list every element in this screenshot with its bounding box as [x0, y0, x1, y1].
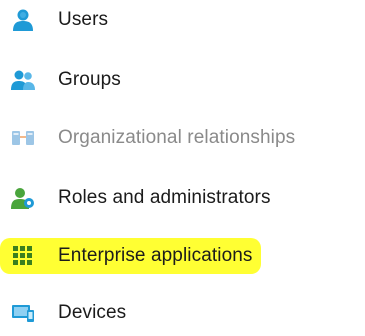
sidebar-item-users[interactable]: Users [8, 2, 108, 38]
roles-icon [8, 185, 38, 211]
sidebar-item-roles-and-administrators[interactable]: Roles and administrators [8, 180, 271, 216]
user-icon [8, 7, 38, 33]
sidebar-item-enterprise-applications[interactable]: Enterprise applications [0, 238, 261, 274]
organizational-relationships-icon [8, 125, 38, 151]
sidebar-item-label: Groups [58, 69, 121, 90]
groups-icon [8, 67, 38, 93]
sidebar-item-groups[interactable]: Groups [8, 62, 121, 98]
devices-icon [8, 300, 38, 326]
sidebar-item-organizational-relationships[interactable]: Organizational relationships [8, 120, 295, 156]
sidebar-item-label: Enterprise applications [58, 245, 253, 266]
sidebar-nav-list: Users Groups Organizational relationship… [0, 0, 365, 336]
sidebar-item-label: Organizational relationships [58, 127, 296, 148]
sidebar-item-label: Users [58, 9, 109, 30]
sidebar-item-devices[interactable]: Devices [8, 295, 126, 331]
enterprise-apps-icon [8, 243, 38, 269]
sidebar-item-label: Roles and administrators [58, 187, 271, 208]
sidebar-item-label: Devices [58, 302, 127, 323]
